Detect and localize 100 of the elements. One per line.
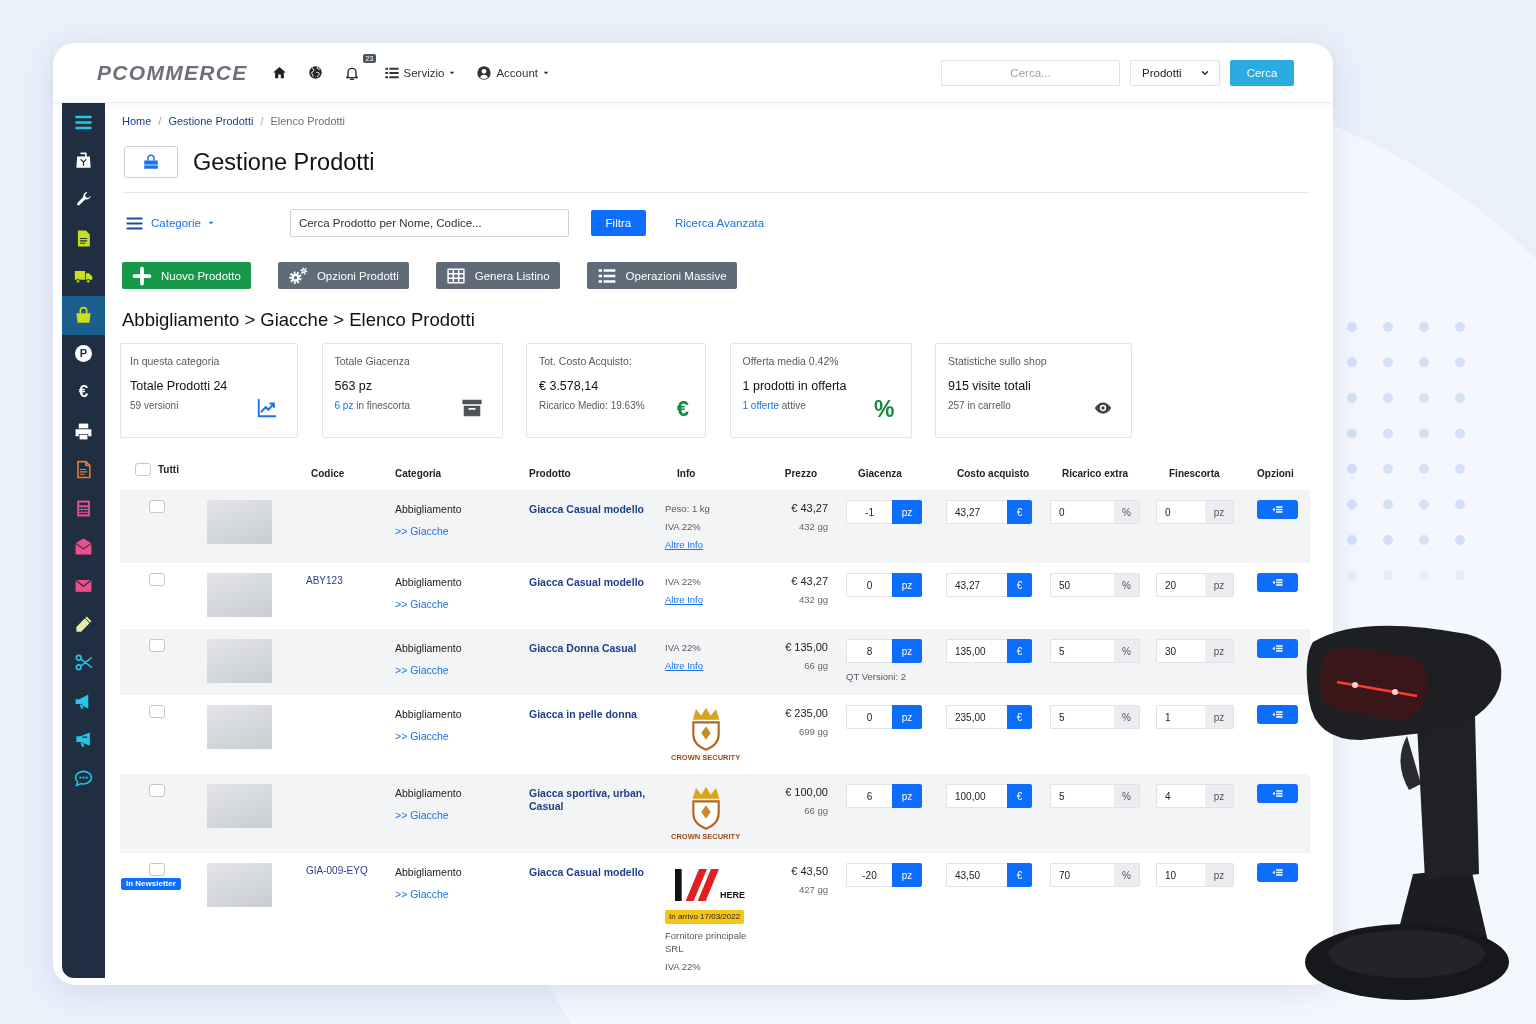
menu-button[interactable]: Account <box>476 64 550 81</box>
breadcrumb-link[interactable]: Home <box>122 115 152 127</box>
product-name-link[interactable]: Giacca Casual modello <box>529 866 644 879</box>
select-all-checkbox[interactable] <box>135 463 151 476</box>
card-label: Offerta media 0.42% <box>742 355 839 368</box>
stock-input[interactable]: -20 <box>846 863 892 887</box>
cost-input[interactable]: 43,27 <box>946 573 1007 597</box>
sidebar-item[interactable]: P <box>62 334 105 374</box>
product-name-link[interactable]: Giacca Casual modello <box>529 503 644 516</box>
product-name-link[interactable]: Giacca Donna Casual <box>529 642 637 655</box>
card-label: Totale Giacenza <box>334 355 410 368</box>
column-header: Tutti <box>158 464 179 475</box>
stock-input[interactable]: -1 <box>846 500 892 524</box>
options-button[interactable] <box>1257 863 1298 882</box>
category-text: Abbigliamento <box>395 576 462 589</box>
age-text: 66 gg <box>804 660 828 672</box>
row-checkbox[interactable] <box>149 500 165 513</box>
row-checkbox[interactable] <box>149 639 165 652</box>
percent-icon: % <box>874 398 895 420</box>
subcategory-link[interactable]: >> Giacche <box>395 888 449 901</box>
row-checkbox[interactable] <box>149 573 165 586</box>
home-button[interactable] <box>271 65 287 80</box>
options-button[interactable] <box>1257 784 1298 803</box>
subcategory-link[interactable]: >> Giacche <box>395 730 449 743</box>
product-name-link[interactable]: Giacca Casual modello <box>529 576 644 589</box>
cost-input[interactable]: 235,00 <box>946 705 1007 729</box>
column-header: Costo acquisto <box>957 468 1030 479</box>
price-text: € 135,00 <box>785 641 828 654</box>
card-value: € 3.578,14 <box>539 379 599 394</box>
cost-input[interactable]: 43,50 <box>946 863 1007 887</box>
bulk-operations-button[interactable]: Operazioni Massive <box>586 262 737 289</box>
column-header: Ricarico extra <box>1062 468 1129 479</box>
stock-input[interactable]: 6 <box>846 784 892 808</box>
row-checkbox[interactable] <box>149 784 165 797</box>
options-button[interactable] <box>1257 573 1298 592</box>
cost-input[interactable]: 100,00 <box>946 784 1007 808</box>
scope-select[interactable]: Prodotti <box>1130 59 1220 86</box>
row-checkbox[interactable] <box>149 705 165 718</box>
info-text: Fornitore principale SRL <box>665 929 748 955</box>
card-link[interactable]: 6 pz <box>334 400 354 411</box>
sidebar-item[interactable]: € <box>62 373 105 412</box>
product-code[interactable]: GIA-009-EYQ <box>306 865 368 876</box>
categories-menu[interactable]: Categorie <box>124 214 215 232</box>
trend-chart-icon <box>255 397 279 419</box>
list-icon <box>1271 867 1284 878</box>
cost-input[interactable]: 43,27 <box>946 500 1007 524</box>
column-header: Opzioni <box>1257 468 1294 479</box>
info-text: IVA 22% <box>665 960 701 973</box>
product-options-button[interactable]: Opzioni Prodotti <box>277 262 409 289</box>
column-header: Categoria <box>395 468 442 479</box>
unit-addon: pz <box>892 573 922 597</box>
options-button[interactable] <box>1257 705 1298 724</box>
unit-addon: pz <box>892 639 922 663</box>
home-icon <box>271 65 287 80</box>
product-photo-placeholder <box>207 705 272 749</box>
subcategory-link[interactable]: >> Giacche <box>395 809 449 822</box>
price-list-button[interactable]: Genera Listino <box>435 262 560 289</box>
plus-icon <box>132 265 152 286</box>
product-search-field[interactable]: Cerca Prodotto per Nome, Codice... <box>289 209 569 237</box>
sidebar-item[interactable] <box>62 295 105 335</box>
product-photo-placeholder <box>207 573 272 617</box>
megaphone-icon <box>74 730 93 750</box>
caret-icon <box>206 219 215 227</box>
product-name-link[interactable]: Giacca sportiva, urban, Casual <box>529 787 647 813</box>
column-header: Finescorta <box>1169 468 1220 479</box>
card-value: 915 visite totali <box>948 379 1031 394</box>
advanced-search-link[interactable]: Ricerca Avanzata <box>674 217 765 229</box>
globe-button[interactable] <box>307 65 323 80</box>
stock-input[interactable]: 0 <box>846 573 892 597</box>
subcategory-link[interactable]: >> Giacche <box>395 525 449 538</box>
menu-icon <box>124 214 145 232</box>
subcategory-link[interactable]: >> Giacche <box>395 664 449 677</box>
row-checkbox[interactable] <box>149 863 165 876</box>
list-icon <box>1271 577 1284 588</box>
card-label: Tot. Costo Acquisto: <box>539 355 632 368</box>
breadcrumb-link[interactable]: Gestione Prodotti <box>168 115 254 127</box>
more-info-link[interactable]: Altre Info <box>665 659 704 672</box>
age-text: 432 gg <box>798 521 828 533</box>
list-icon <box>1271 788 1284 799</box>
stock-input[interactable]: 8 <box>846 639 892 663</box>
subcategory-link[interactable]: >> Giacche <box>395 598 449 611</box>
card-link[interactable]: 1 offerte <box>742 400 779 411</box>
unit-addon: € <box>1007 500 1032 524</box>
menu-button[interactable]: Servizio <box>383 64 457 81</box>
product-name-link[interactable]: Giacca in pelle donna <box>529 708 637 721</box>
options-button[interactable] <box>1257 500 1298 519</box>
price-text: € 235,00 <box>785 707 828 720</box>
search-field[interactable]: Cerca... <box>941 59 1120 86</box>
stock-input[interactable]: 0 <box>846 705 892 729</box>
unit-addon: pz <box>892 500 922 524</box>
category-text: Abbigliamento <box>395 787 462 800</box>
filter-button[interactable]: Filtra <box>590 210 646 236</box>
options-button[interactable] <box>1257 639 1298 658</box>
cost-input[interactable]: 135,00 <box>946 639 1007 663</box>
new-product-button[interactable]: Nuovo Prodotto <box>122 262 251 289</box>
printer-icon <box>74 421 93 441</box>
product-code[interactable]: ABY123 <box>306 575 343 586</box>
p-circle-icon: P <box>75 345 92 363</box>
more-info-link[interactable]: Altre Info <box>665 538 704 551</box>
more-info-link[interactable]: Altre Info <box>665 593 704 606</box>
